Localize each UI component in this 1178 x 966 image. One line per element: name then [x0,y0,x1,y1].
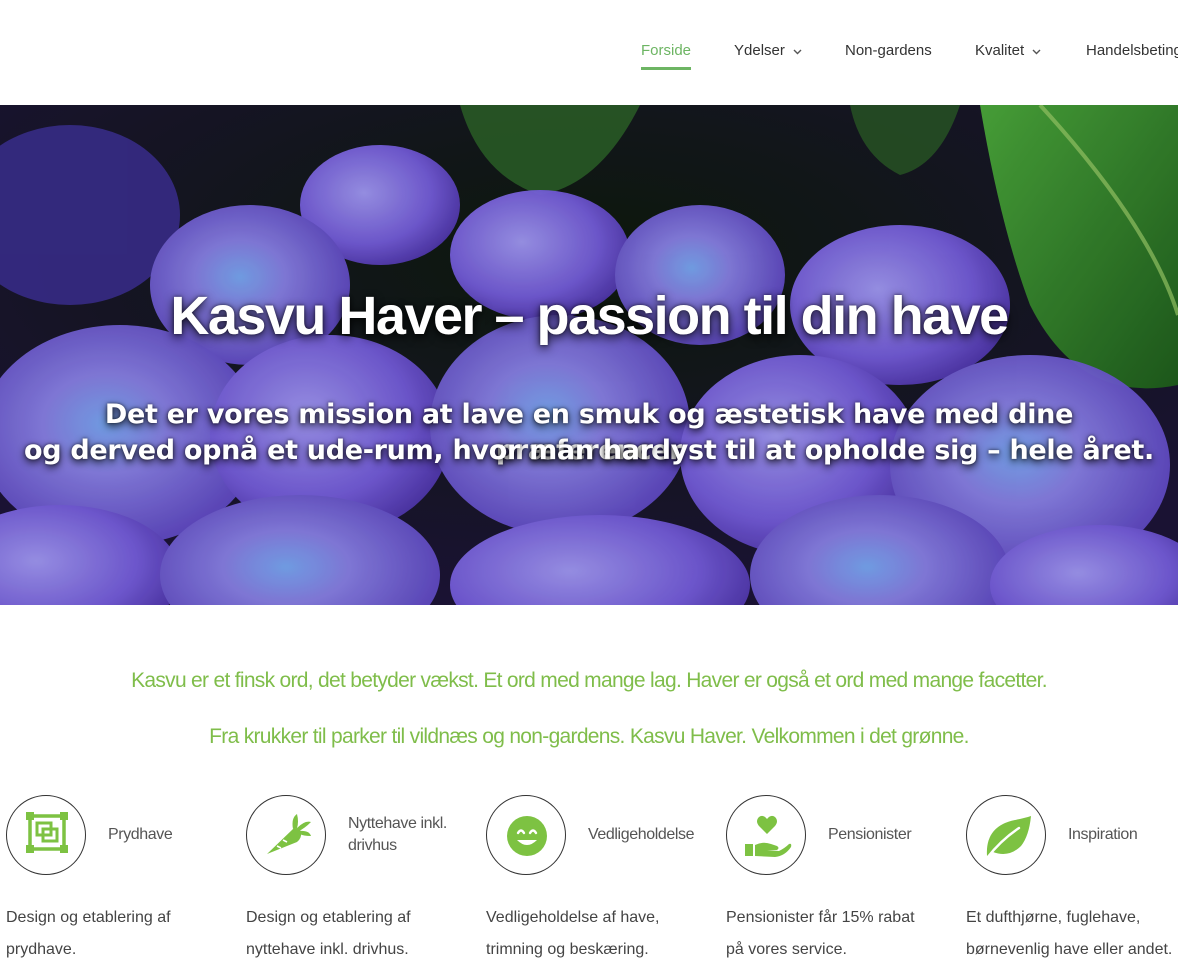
feature-label-prydhave: Prydhave [108,826,173,843]
nav-item-label: Non-gardens [845,42,932,59]
feature-desc-line: Et dufthjørne, fuglehave, [966,909,1141,926]
feature-circle-inspiration [966,795,1046,875]
hero-title: Kasvu Haver – passion til din have [170,286,1009,346]
feature-desc-vedligeholdelse: Vedligeholdelse af have, trimning og bes… [486,902,716,966]
feature-desc-prydhave: Design og etablering af prydhave. [6,902,236,966]
feature-desc-pensionister: Pensionister får 15% rabat på vores serv… [726,902,956,966]
feature-label-vedligeholdelse: Vedligeholdelse [588,826,695,843]
nav-item-ydelser[interactable]: Ydelser [734,42,803,60]
feature-label-nyttehave: Nyttehave inkl. drivhus [348,813,447,857]
nav-item-forside[interactable]: Forside [641,42,692,70]
feature-desc-line: børnevenlig have eller andet. [966,941,1173,958]
chevron-down-icon [1032,49,1041,55]
feature-circle-pensionister [726,795,806,875]
nav-item-handelsbetingelser[interactable]: Handelsbetingelser [1086,42,1178,60]
feature-label-line: Nyttehave inkl. [348,815,447,832]
nav-item-label: Kvalitet [975,42,1025,59]
feature-desc-line: på vores service. [726,941,847,958]
heart-hand-icon [745,815,792,857]
feature-label-pensionister: Pensionister [828,826,912,843]
feature-circle-nyttehave [246,795,326,875]
nav-item-label: Handelsbetingelser [1086,42,1178,59]
nav-item-non-gardens[interactable]: Non-gardens [845,42,932,60]
hydrangea-background-image [0,105,1178,605]
leaf-icon [985,816,1031,860]
feature-desc-line: nyttehave inkl. drivhus. [246,941,409,958]
intro-line1: Kasvu er et finsk ord, det betyder vækst… [131,669,1048,692]
feature-desc-line: Design og etablering af [246,909,411,926]
feature-desc-line: trimning og beskæring. [486,941,649,958]
feature-circle-prydhave [6,795,86,875]
nav-item-kvalitet[interactable]: Kvalitet [975,42,1042,60]
feature-desc-nyttehave: Design og etablering af nyttehave inkl. … [246,902,476,966]
carrot-icon [267,814,311,854]
hero-subtitle-line2: og derved opnå et ude-rum, hvor man har … [23,435,1154,466]
feature-desc-line: Design og etablering af [6,909,171,926]
feature-desc-line: Pensionister får 15% rabat [726,909,915,926]
feature-desc-line: Vedligeholdelse af have, [486,909,660,926]
feature-desc-line: prydhave. [6,941,77,958]
hero-banner: Kasvu Haver – passion til din have Det e… [0,105,1178,605]
site-header: Forside Ydelser Non-gardens Kvalitet Han… [0,0,1178,105]
nav-item-label: Forside [641,42,692,59]
intro-line2: Fra krukker til parker til vildnæs og no… [209,725,969,748]
feature-desc-inspiration: Et dufthjørne, fuglehave, børnevenlig ha… [966,902,1178,966]
feature-label-line: drivhus [348,837,397,854]
active-underline [641,67,692,70]
feature-circle-vedligeholdelse [486,795,566,875]
smiley-icon [507,816,547,856]
garden-design-icon [26,812,68,853]
nav-item-label: Ydelser [734,42,785,59]
chevron-down-icon [793,49,802,55]
feature-label-inspiration: Inspiration [1068,826,1138,843]
